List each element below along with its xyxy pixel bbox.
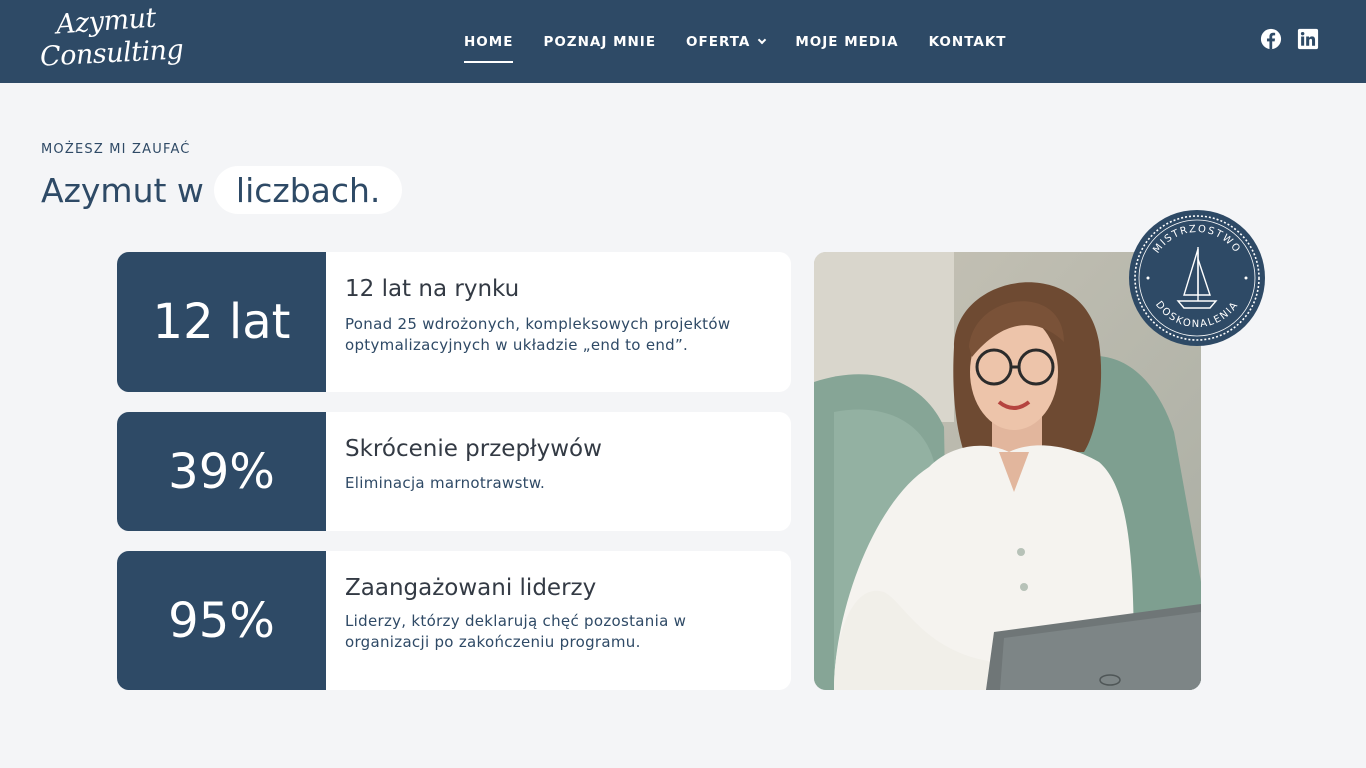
stat-value: 95% [117,551,326,690]
stat-description: Liderzy, którzy deklarują chęć pozostani… [345,612,687,651]
chevron-down-icon [758,35,767,44]
main-nav: HOME POZNAJ MNIE OFERTA MOJE MEDIA KONTA… [464,0,1037,83]
section-title-highlight: liczbach. [213,166,403,214]
stat-value: 39% [117,412,326,531]
stat-card-flows: 39% Skrócenie przepływów Eliminacja marn… [117,412,791,531]
linkedin-icon[interactable] [1297,28,1319,50]
nav-kontakt[interactable]: KONTAKT [929,34,1007,50]
logo-line-1: Azymut [55,2,157,41]
stat-value: 12 lat [117,252,326,392]
section-eyebrow: MOŻESZ MI ZAUFAĆ [41,142,191,157]
stat-heading: Zaangażowani liderzy [345,575,597,601]
nav-moje-media[interactable]: MOJE MEDIA [795,34,898,50]
nav-oferta[interactable]: OFERTA [686,33,767,50]
nav-oferta-label: OFERTA [686,33,751,50]
nav-poznaj-mnie[interactable]: POZNAJ MNIE [543,34,656,50]
logo-line-2: Consulting [39,34,185,73]
site-header: Azymut Consulting HOME POZNAJ MNIE OFERT… [0,0,1366,83]
stat-description: Eliminacja marnotrawstw. [345,474,546,492]
nav-home[interactable]: HOME [464,34,514,63]
stat-card-years: 12 lat 12 lat na rynku Ponad 25 wdrożony… [117,252,791,392]
facebook-icon[interactable] [1260,28,1282,50]
stat-description: Ponad 25 wdrożonych, kompleksowych proje… [345,315,731,354]
stat-card-leaders: 95% Zaangażowani liderzy Liderzy, którzy… [117,551,791,690]
mistrzostwo-doskonalenia-badge: MISTRZOSTWO DOSKONALENIA [1129,210,1265,346]
azymut-logo[interactable]: Azymut Consulting [38,3,184,78]
stat-heading: 12 lat na rynku [345,276,520,302]
section-title: Azymut w liczbach. [41,166,403,214]
stat-heading: Skrócenie przepływów [345,436,602,462]
section-title-text: Azymut w [41,170,204,210]
